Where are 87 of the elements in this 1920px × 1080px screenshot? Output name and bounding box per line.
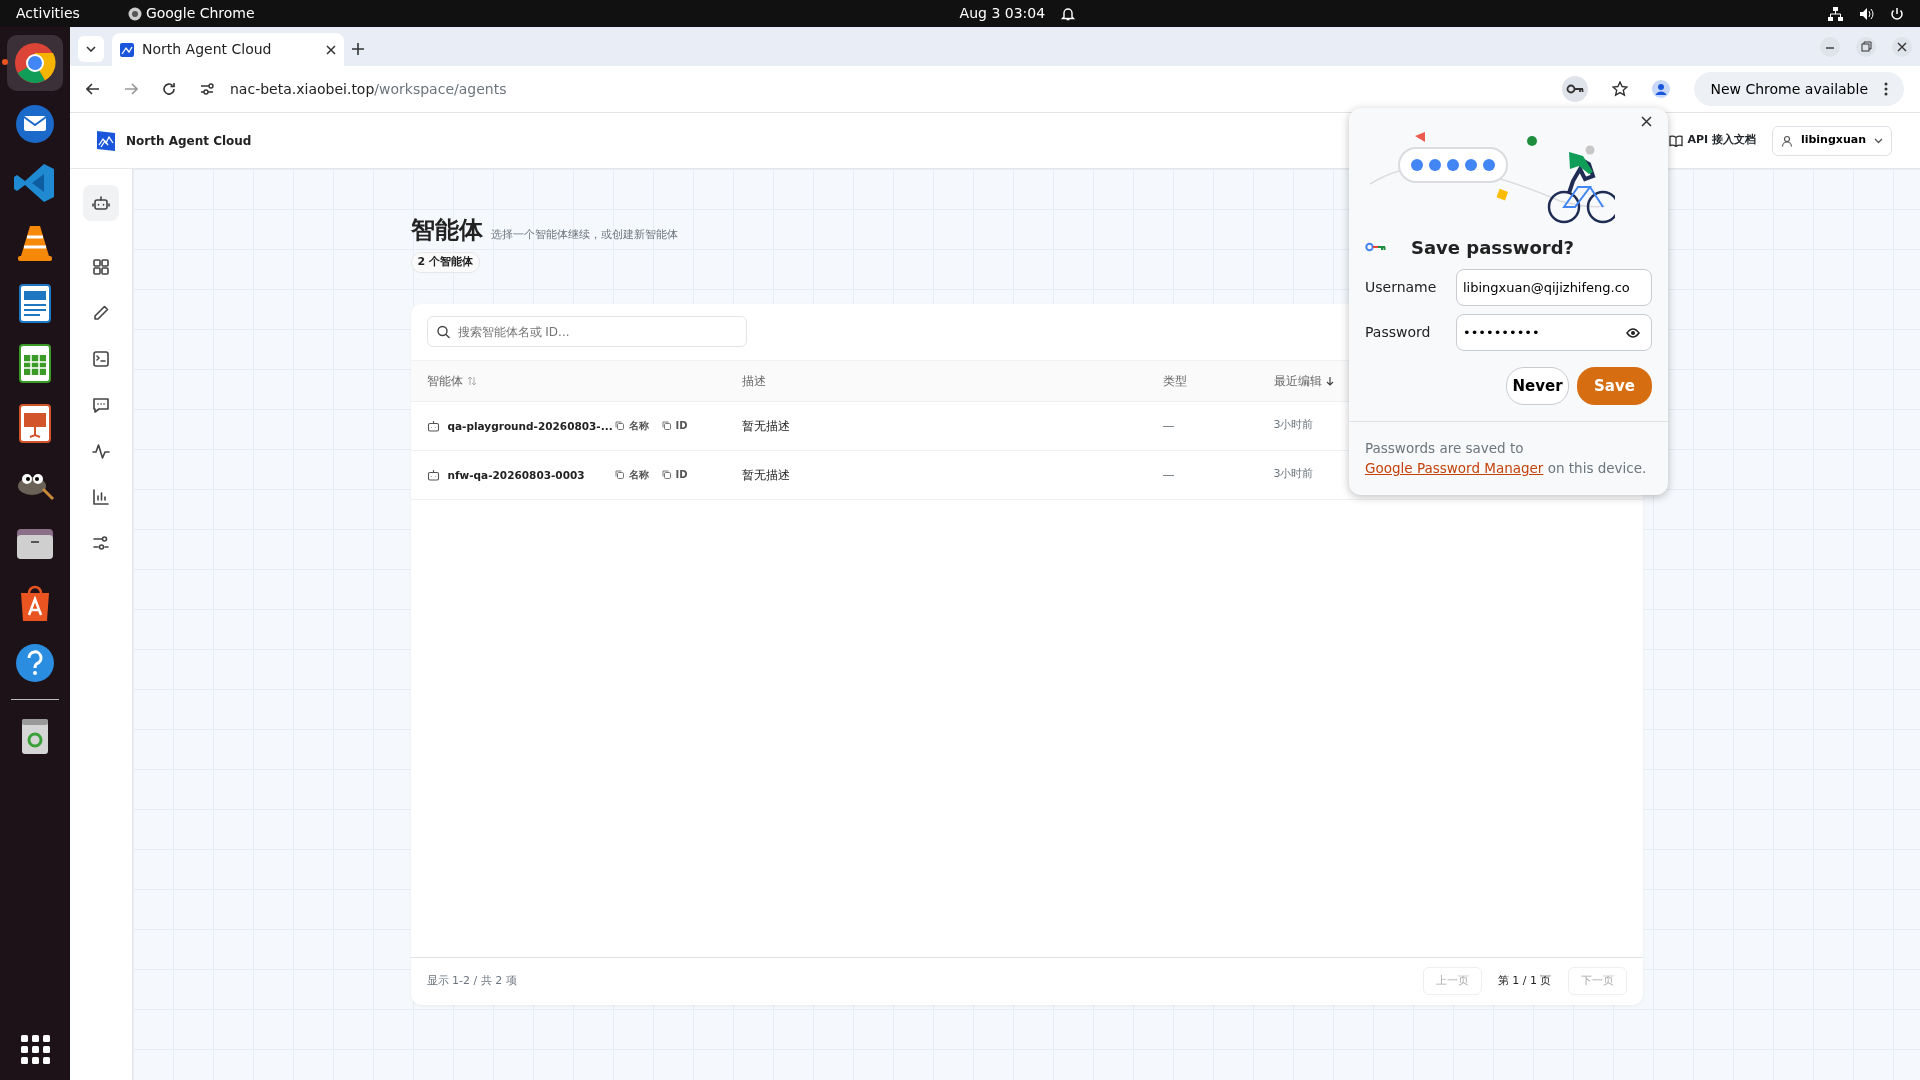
column-header[interactable]: 最近编辑 <box>1273 371 1322 390</box>
password-manager-link[interactable]: Google Password Manager <box>1365 460 1544 477</box>
robot-icon[interactable] <box>92 194 110 212</box>
api-docs-link[interactable]: API 接入文档 <box>1669 132 1756 149</box>
terminal-icon[interactable] <box>92 350 110 368</box>
key-icon[interactable] <box>1566 84 1585 94</box>
sort-descending-icon[interactable] <box>1325 375 1334 386</box>
search-icon <box>436 325 450 338</box>
column-header[interactable]: 类型 <box>1162 371 1187 390</box>
agent-name[interactable]: qa-playground-20260803-... <box>447 419 613 432</box>
code-editor-icon[interactable] <box>13 161 57 205</box>
copy-button[interactable]: ID <box>660 418 688 433</box>
more-icon <box>1884 82 1888 96</box>
eye-icon[interactable] <box>1626 327 1640 338</box>
copy-icon <box>613 469 625 480</box>
user-icon <box>1780 134 1793 147</box>
field-label: Password <box>1365 323 1431 342</box>
volume-icon[interactable] <box>1859 6 1874 21</box>
close-icon[interactable] <box>326 44 336 55</box>
copy-icon <box>613 420 625 431</box>
table-cell: 3小时前 <box>1273 466 1314 483</box>
copy-button[interactable]: ID <box>660 467 688 482</box>
pencil-icon[interactable] <box>92 304 110 322</box>
key-icon <box>1365 242 1387 253</box>
page-subtitle: 选择一个智能体继续，或创建新智能体 <box>490 227 678 243</box>
minimize-icon[interactable] <box>1820 36 1840 57</box>
column-header[interactable]: 描述 <box>741 371 766 390</box>
site-settings-icon[interactable] <box>200 83 214 95</box>
brand-name: North Agent Cloud <box>126 132 252 150</box>
logo-icon <box>120 42 134 57</box>
app-name[interactable]: Google Chrome <box>145 3 255 24</box>
clock[interactable]: Aug 3 03:04 <box>959 3 1046 24</box>
table-cell: 3小时前 <box>1273 417 1314 434</box>
update-button[interactable]: New Chrome available <box>1694 72 1904 106</box>
back-icon[interactable] <box>86 83 100 95</box>
robot-icon <box>426 468 440 481</box>
reload-icon[interactable] <box>162 82 176 96</box>
logo-icon <box>94 128 118 153</box>
chevron-down-icon[interactable] <box>86 46 96 52</box>
tab-title: North Agent Cloud <box>142 40 273 59</box>
forward-icon <box>124 83 138 95</box>
search-field[interactable]: 搜索智能体名或 ID... <box>426 316 747 347</box>
book-icon <box>1669 134 1684 147</box>
new-tab-icon[interactable] <box>352 43 364 55</box>
table-cell-text: 暂无描述 <box>741 417 790 435</box>
table-cell-text: 暂无描述 <box>741 466 790 484</box>
browser-tab[interactable]: North Agent Cloud <box>112 33 344 66</box>
sliders-icon[interactable] <box>92 534 110 552</box>
browser-icon <box>127 6 142 21</box>
page-title: 智能体 <box>410 215 483 246</box>
chat-icon[interactable] <box>92 396 110 414</box>
close-icon[interactable] <box>1641 116 1652 127</box>
chevron-down-icon <box>1874 137 1883 144</box>
bell-icon <box>1061 6 1076 21</box>
username-field[interactable]: libingxuan@qijizhifeng.co <box>1456 269 1652 306</box>
app-grid-icon[interactable] <box>20 1035 50 1064</box>
password-field[interactable]: •••••••••• <box>1456 314 1652 351</box>
column-header[interactable]: 智能体 <box>426 371 463 390</box>
help-icon[interactable] <box>13 641 57 685</box>
page-indicator: 第 1 / 1 页 <box>1497 972 1552 989</box>
power-icon[interactable] <box>1890 6 1904 21</box>
copy-button[interactable]: 名称 <box>613 467 649 482</box>
copy-icon <box>660 469 672 480</box>
dashboard-icon[interactable] <box>92 258 110 276</box>
copy-button[interactable]: 名称 <box>613 418 649 433</box>
table-cell-text: — <box>1162 466 1175 484</box>
field-label: Username <box>1365 278 1437 297</box>
activity-icon[interactable] <box>92 442 110 460</box>
user-menu[interactable]: libingxuan <box>1771 125 1892 156</box>
count-badge: 2 个智能体 <box>410 252 480 273</box>
footer-note: Passwords are saved to Google Password Manager on this device. <box>1349 421 1668 495</box>
pagination-summary: 显示 1-2 / 共 2 项 <box>426 972 517 989</box>
bar-chart-icon[interactable] <box>92 488 110 506</box>
never-button[interactable]: Never <box>1506 367 1569 405</box>
activities-button[interactable]: Activities <box>16 3 80 24</box>
robot-icon <box>426 419 440 432</box>
copy-icon <box>660 420 672 431</box>
browser-icon[interactable] <box>13 41 57 85</box>
network-icon[interactable] <box>1828 6 1843 21</box>
agent-name[interactable]: nfw-qa-20260803-0003 <box>447 468 585 481</box>
url-field[interactable]: nac-beta.xiaobei.top/workspace/agents <box>230 78 507 100</box>
star-icon[interactable] <box>1612 81 1629 97</box>
dialog-title: Save password? <box>1411 236 1574 260</box>
restore-icon[interactable] <box>1856 36 1876 57</box>
table-cell-text: — <box>1162 417 1175 435</box>
close-icon[interactable] <box>1892 36 1912 57</box>
profile-icon[interactable] <box>1652 80 1671 98</box>
